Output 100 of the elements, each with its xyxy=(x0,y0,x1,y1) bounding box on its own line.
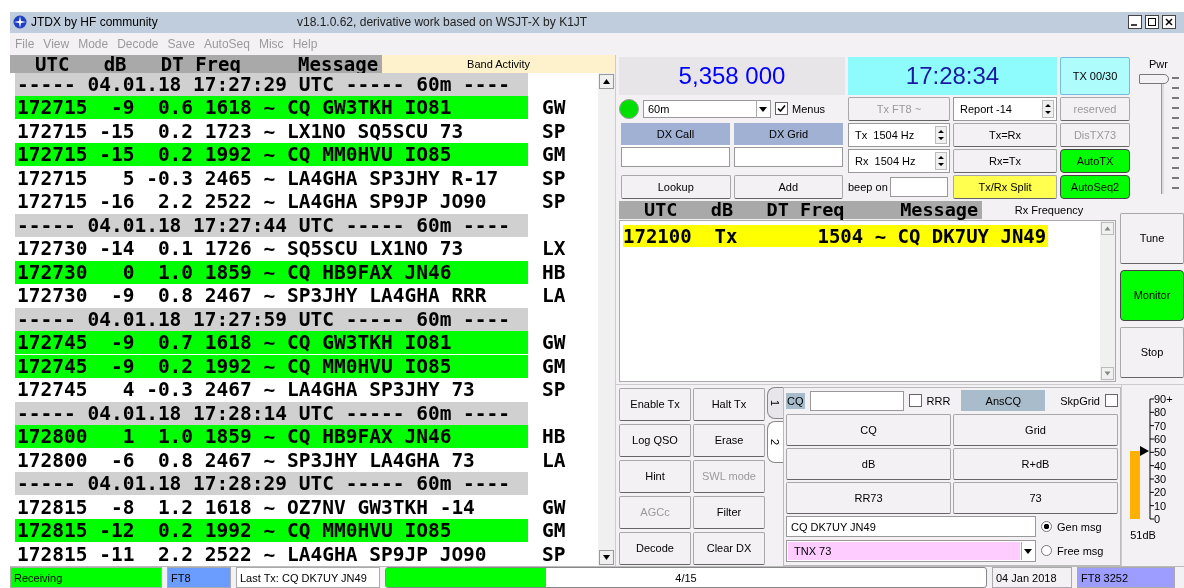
rx-frequency-spinbox[interactable]: Rx 1504 Hz xyxy=(848,148,950,173)
beep-field[interactable] xyxy=(889,176,948,197)
tx-message: 172100 Tx 1504 ~ CQ DK7UY JN49 xyxy=(623,224,1049,247)
cq-label: CQ xyxy=(786,392,805,409)
checkbox[interactable] xyxy=(908,394,922,408)
clock-display: 17:28:34 xyxy=(848,56,1057,95)
message-button[interactable]: CQ xyxy=(786,413,951,446)
action-button[interactable]: Lookup xyxy=(621,174,731,199)
action-button[interactable]: Halt Tx xyxy=(693,387,765,421)
country-code: HB xyxy=(541,260,566,284)
period-separator: ----- 04.01.18 17:28:14 UTC ----- 60m ---- xyxy=(15,401,528,425)
control-button[interactable]: Stop xyxy=(1120,326,1184,378)
column-headers: UTC dB DT Freq Message xyxy=(10,54,383,73)
action-button[interactable]: Enable Tx xyxy=(619,387,691,421)
message-button[interactable]: 73 xyxy=(953,481,1118,514)
scroll-up-icon[interactable] xyxy=(599,73,614,89)
period-separator: ----- 04.01.18 17:27:59 UTC ----- 60m ---- xyxy=(15,307,528,331)
scale-label: 60 xyxy=(1154,432,1167,445)
slider-thumb[interactable] xyxy=(1138,73,1169,84)
compass-star-icon xyxy=(13,15,27,30)
toggle-button[interactable]: AutoTX xyxy=(1060,148,1130,173)
decode-message: 172715 -9 0.6 1618 ~ CQ GW3TKH IO81 xyxy=(15,96,528,120)
close-icon[interactable] xyxy=(1162,15,1176,30)
panel-title: Band Activity xyxy=(382,54,615,73)
scrollbar[interactable] xyxy=(598,72,615,567)
status-info: FT8 3252 xyxy=(1077,567,1175,588)
status-state: Receiving xyxy=(10,567,162,588)
radio-button[interactable] xyxy=(1041,545,1052,557)
spin-arrows-icon[interactable] xyxy=(935,125,947,144)
power-label: Pwr xyxy=(1149,57,1168,70)
decode-message: 172815 -11 2.2 2522 ~ LA4GHA SP9JP JO90 xyxy=(16,542,488,566)
toggle-button[interactable]: Tx/Rx Split xyxy=(953,174,1057,199)
checkbox-label: RRR xyxy=(926,394,951,407)
checkbox[interactable] xyxy=(1105,394,1118,408)
country-code: SP xyxy=(541,190,566,214)
checkbox-label: Menus xyxy=(792,102,826,115)
scale-label: 20 xyxy=(1154,486,1167,498)
decode-message: 172715 5 -0.3 2465 ~ LA4GHA SP3JHY R-17 xyxy=(16,166,500,190)
country-code: GM xyxy=(541,143,566,167)
decode-message: 172745 -9 0.2 1992 ~ CQ MM0HVU IO85 xyxy=(15,354,528,378)
radio-button[interactable] xyxy=(1041,521,1052,533)
tx-counter-button[interactable]: TX 00/30 xyxy=(1060,56,1130,95)
spin-arrows-icon[interactable] xyxy=(935,151,947,170)
country-code: GW xyxy=(541,96,566,120)
period-separator: ----- 04.01.18 17:27:29 UTC ----- 60m ---- xyxy=(15,72,528,96)
minimize-icon[interactable] xyxy=(1128,15,1142,30)
peak-marker-icon xyxy=(1140,445,1149,456)
status-last-tx: Last Tx: CQ DK7UY JN49 xyxy=(236,567,380,588)
checkbox[interactable] xyxy=(775,102,788,116)
panel-title: Rx Frequency xyxy=(1013,202,1085,218)
message-button[interactable]: dB xyxy=(786,447,951,480)
tab[interactable]: 2 xyxy=(767,420,783,463)
country-code: SP xyxy=(541,166,566,190)
action-button[interactable]: Filter xyxy=(693,495,765,529)
period-separator: ----- 04.01.18 17:28:29 UTC ----- 60m ---- xyxy=(15,472,528,496)
message-button[interactable]: Grid xyxy=(953,413,1118,446)
window-subtitle: v18.1.0.62, derivative work based on WSJT-X by K1JT xyxy=(297,15,588,30)
band-dropdown[interactable]: 60m xyxy=(643,99,771,118)
toggle-button[interactable]: AutoSeq2 xyxy=(1060,174,1130,199)
action-button[interactable]: Add xyxy=(733,174,843,199)
free-message-dropdown[interactable]: TNX 73 xyxy=(786,539,1036,562)
action-button[interactable]: Clear DX xyxy=(693,531,765,565)
message-button[interactable]: R+dB xyxy=(953,447,1118,480)
action-button[interactable]: Decode xyxy=(619,531,691,565)
decode-message: 172800 -6 0.8 2467 ~ SP3JHY LA4GHA 73 xyxy=(16,448,476,472)
scale-label: 90+ xyxy=(1154,392,1173,405)
decode-message: 172715 -15 0.2 1992 ~ CQ MM0HVU IO85 xyxy=(15,143,528,167)
radio-label: Gen msg xyxy=(1057,520,1102,533)
spin-arrows-icon[interactable] xyxy=(1042,99,1054,118)
action-button[interactable]: Hint xyxy=(619,459,691,493)
scale-label: 70 xyxy=(1154,419,1167,432)
dx-grid-field[interactable] xyxy=(734,146,843,167)
decode-message: 172715 -16 2.2 2522 ~ LA4GHA SP9JP JO90 xyxy=(16,190,488,214)
control-button[interactable]: Monitor xyxy=(1120,269,1184,321)
control-button[interactable]: Tune xyxy=(1120,212,1184,264)
cq-field[interactable] xyxy=(809,390,904,411)
message-button[interactable]: RR73 xyxy=(786,481,951,514)
tx-frequency-spinbox[interactable]: Tx 1504 Hz xyxy=(848,122,950,147)
generated-message-field[interactable]: CQ DK7UY JN49 xyxy=(786,516,1036,538)
anscq-button[interactable]: AnsCQ xyxy=(961,390,1046,412)
tab[interactable]: 1 xyxy=(767,386,783,419)
country-code: GW xyxy=(541,495,566,519)
scale-label: 10 xyxy=(1154,499,1167,512)
action-button[interactable]: Log QSO xyxy=(619,423,691,457)
country-code: LX xyxy=(541,237,566,261)
decode-message: 172745 -9 0.7 1618 ~ CQ GW3TKH IO81 xyxy=(15,331,528,355)
decode-message: 172815 -12 0.2 1992 ~ CQ MM0HVU IO85 xyxy=(15,519,528,543)
scale-label: 30 xyxy=(1154,472,1167,485)
toggle-button[interactable]: Tx=Rx xyxy=(953,122,1057,147)
toggle-button[interactable]: Rx=Tx xyxy=(953,148,1057,173)
checkbox-label: SkpGrid xyxy=(1060,394,1100,407)
status-mode: FT8 xyxy=(167,567,231,588)
decode-message: 172730 -9 0.8 2467 ~ SP3JHY LA4GHA RRR xyxy=(16,284,488,308)
frequency-display: 5,358 000 xyxy=(619,56,845,95)
action-button[interactable]: Erase xyxy=(693,423,765,457)
report-spinbox[interactable]: Report -14 xyxy=(953,96,1057,121)
maximize-icon[interactable] xyxy=(1145,15,1159,30)
dx-call-field[interactable] xyxy=(621,146,730,167)
dropdown-arrow-icon xyxy=(1021,541,1035,560)
scroll-down-icon[interactable] xyxy=(599,550,614,566)
